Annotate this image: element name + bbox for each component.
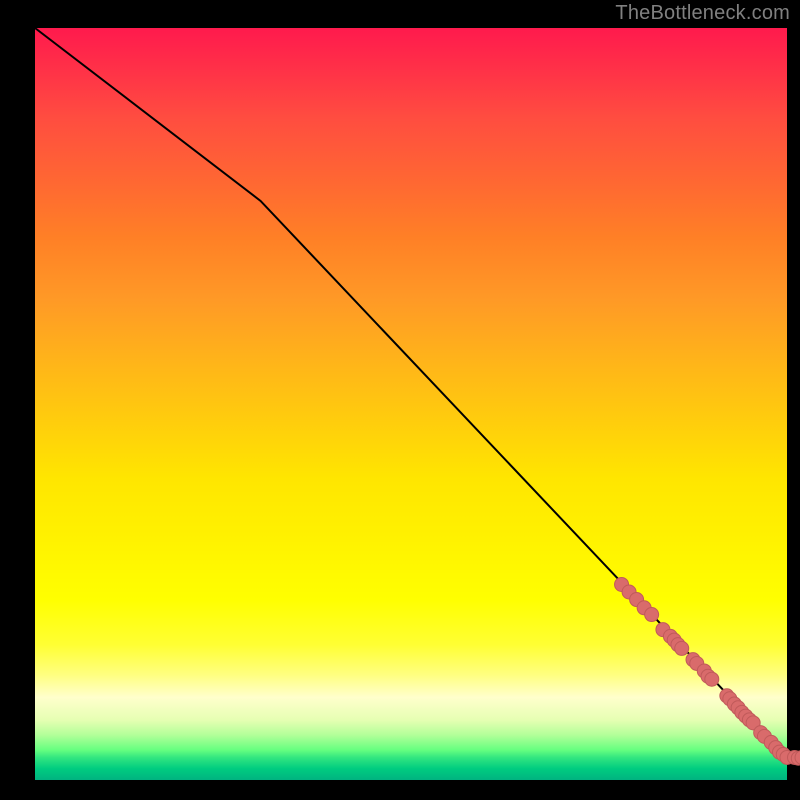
attribution-text: TheBottleneck.com	[615, 2, 790, 25]
data-point	[675, 641, 689, 655]
chart-svg	[35, 28, 787, 780]
data-point	[705, 672, 719, 686]
chart-container: TheBottleneck.com	[0, 0, 800, 800]
markers-layer	[615, 577, 800, 765]
data-point	[645, 608, 659, 622]
plot-area	[35, 28, 787, 780]
